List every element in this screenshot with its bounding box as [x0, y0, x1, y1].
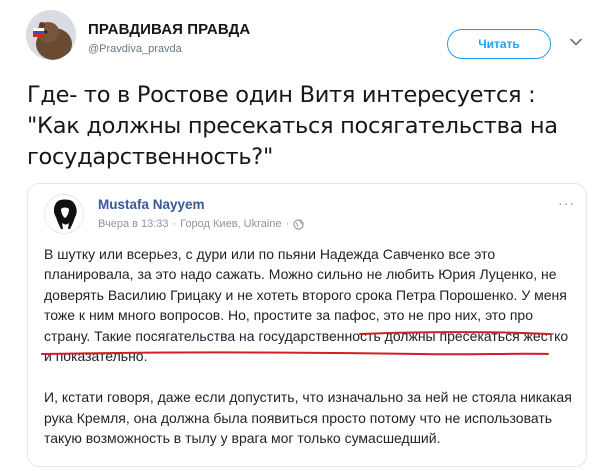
follow-button[interactable]: Читать: [447, 29, 551, 59]
post-author-name[interactable]: Mustafa Nayyem: [98, 197, 205, 212]
embedded-post[interactable]: Mustafa Nayyem Вчера в 13:33 · Город Кие…: [27, 183, 587, 467]
tweet-text: Где- то в Ростове один Витя интересуется…: [27, 82, 558, 170]
post-highlighted-text: Такие посягательства на государственност…: [44, 327, 569, 365]
post-meta: Вчера в 13:33 · Город Киев, Ukraine ·: [98, 218, 304, 230]
post-menu-button[interactable]: ···: [558, 195, 575, 211]
tweet-header: ПРАВДИВАЯ ПРАВДА @Pravdiva_pravda Читать: [26, 10, 586, 66]
post-paragraph-2: И, кстати говоря, даже если допустить, ч…: [44, 389, 572, 447]
meta-separator-2: ·: [285, 218, 290, 230]
author-name[interactable]: ПРАВДИВАЯ ПРАВДА: [88, 21, 250, 38]
post-author-avatar[interactable]: [44, 194, 84, 234]
post-time[interactable]: Вчера в 13:33: [98, 218, 169, 230]
post-location[interactable]: Город Киев, Ukraine: [180, 218, 281, 230]
post-paragraph-1: В шутку или всерьез, с дури или по пьяни…: [44, 244, 574, 366]
post-body: В шутку или всерьез, с дури или по пьяни…: [44, 244, 574, 466]
chevron-down-icon[interactable]: [569, 35, 583, 49]
meta-separator: ·: [172, 218, 177, 230]
author-handle[interactable]: @Pravdiva_pravda: [88, 43, 182, 55]
author-avatar[interactable]: [26, 10, 76, 60]
globe-icon: [293, 218, 304, 230]
